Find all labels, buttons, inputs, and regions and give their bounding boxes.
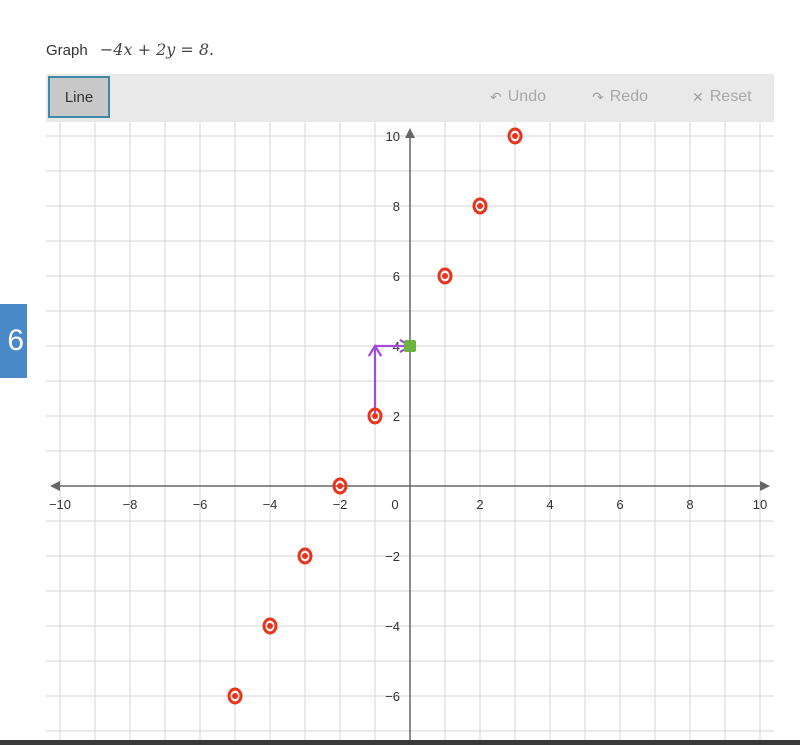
y-tick-label: −4 (385, 619, 400, 634)
y-axis-arrow-up-icon (405, 128, 415, 138)
x-tick-label: −6 (193, 497, 208, 512)
hand-drawn-point-fill (372, 413, 378, 419)
coordinate-plane[interactable]: −10−8−6−4−20246810−6−4−2246810 (0, 0, 800, 745)
hand-drawn-point-fill (267, 623, 273, 629)
x-tick-label: −4 (263, 497, 278, 512)
plotted-point (404, 340, 416, 352)
y-tick-label: 2 (393, 409, 400, 424)
y-tick-label: 8 (393, 199, 400, 214)
x-tick-label: −10 (49, 497, 71, 512)
hand-drawn-point-fill (442, 273, 448, 279)
x-tick-label: 0 (391, 497, 398, 512)
y-tick-label: 6 (393, 269, 400, 284)
hand-drawn-point-fill (512, 133, 518, 139)
hand-drawn-point-fill (232, 693, 238, 699)
x-tick-label: 6 (616, 497, 623, 512)
x-tick-label: 4 (546, 497, 553, 512)
hand-drawn-point-fill (302, 553, 308, 559)
hand-drawn-point-fill (337, 483, 343, 489)
axes (50, 128, 770, 740)
x-tick-label: 10 (753, 497, 767, 512)
y-tick-label: 10 (386, 129, 400, 144)
x-axis-arrow-right-icon (760, 481, 770, 491)
x-tick-label: 8 (686, 497, 693, 512)
bottom-bar (0, 740, 800, 745)
x-tick-label: −8 (123, 497, 138, 512)
x-tick-label: −2 (333, 497, 348, 512)
y-tick-label: −6 (385, 689, 400, 704)
y-tick-label: −2 (385, 549, 400, 564)
x-axis-arrow-left-icon (50, 481, 60, 491)
hand-drawn-point-fill (477, 203, 483, 209)
x-tick-label: 2 (476, 497, 483, 512)
